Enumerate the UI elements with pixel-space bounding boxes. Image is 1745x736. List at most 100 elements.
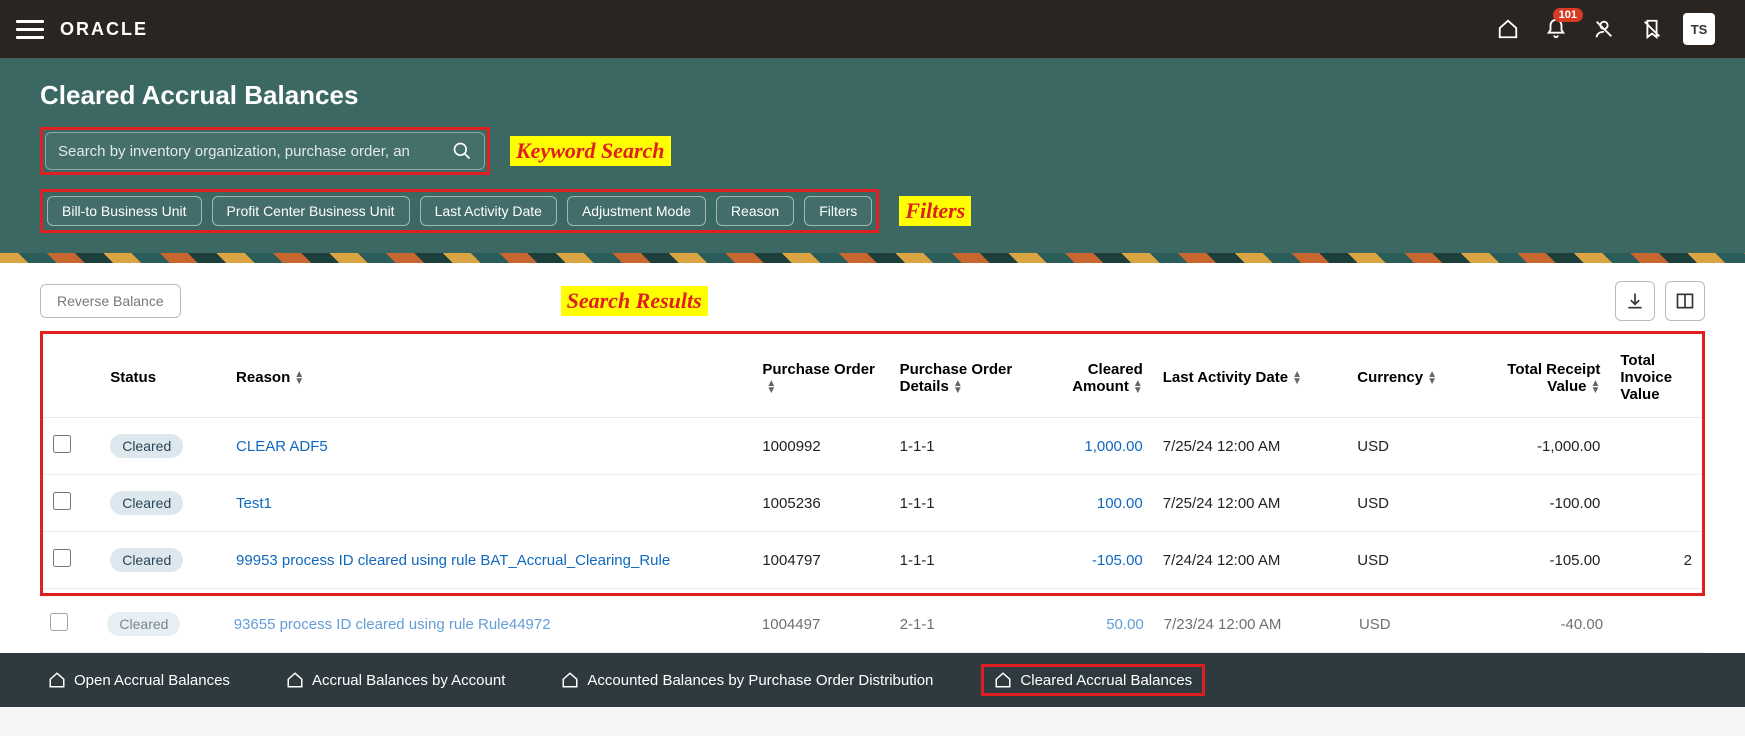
col-currency[interactable]: Currency — [1347, 338, 1473, 418]
row-checkbox[interactable] — [53, 549, 71, 567]
nav-label: Cleared Accrual Balances — [1020, 672, 1192, 689]
page-title: Cleared Accrual Balances — [40, 80, 1705, 111]
pod-cell: 1-1-1 — [890, 532, 1027, 589]
receipt-cell: -100.00 — [1473, 475, 1610, 532]
cleared-link[interactable]: 1,000.00 — [1084, 438, 1142, 455]
po-cell: 1004497 — [752, 596, 890, 653]
sort-icon[interactable] — [1427, 371, 1437, 385]
table-row: Cleared 99953 process ID cleared using r… — [43, 532, 1702, 589]
bookmark-off-icon[interactable] — [1635, 12, 1669, 46]
last-activity-cell: 7/23/24 12:00 AM — [1154, 596, 1349, 653]
status-badge: Cleared — [110, 491, 183, 515]
bell-icon[interactable]: 101 — [1539, 12, 1573, 46]
user-off-icon[interactable] — [1587, 12, 1621, 46]
global-header: ORACLE 101 TS — [0, 0, 1745, 58]
receipt-cell: -40.00 — [1475, 596, 1613, 653]
home-icon — [48, 671, 66, 689]
col-pod[interactable]: Purchase Order Details — [890, 338, 1027, 418]
filter-chip-last-activity[interactable]: Last Activity Date — [420, 196, 557, 226]
decorative-stripe — [0, 253, 1745, 263]
col-last[interactable]: Last Activity Date — [1153, 338, 1348, 418]
search-box[interactable] — [45, 132, 485, 170]
sort-icon[interactable] — [766, 380, 776, 394]
last-activity-cell: 7/25/24 12:00 AM — [1153, 475, 1348, 532]
annotation-results-box: Status Reason Purchase Order Purchase Or… — [40, 331, 1705, 596]
menu-icon[interactable] — [16, 15, 44, 44]
annotation-filters: Filters — [899, 196, 971, 226]
filter-chip-bill-to[interactable]: Bill-to Business Unit — [47, 196, 202, 226]
col-cleared[interactable]: Cleared Amount — [1027, 338, 1153, 418]
po-cell: 1004797 — [752, 532, 889, 589]
page-hero: Cleared Accrual Balances Keyword Search … — [0, 58, 1745, 253]
nav-label: Open Accrual Balances — [74, 672, 230, 689]
nav-accrual-by-account[interactable]: Accrual Balances by Account — [278, 665, 513, 695]
reason-link[interactable]: CLEAR ADF5 — [236, 438, 328, 455]
status-badge: Cleared — [107, 612, 180, 636]
avatar[interactable]: TS — [1683, 13, 1715, 45]
receipt-cell: -105.00 — [1473, 532, 1610, 589]
currency-cell: USD — [1347, 532, 1473, 589]
annotation-filters-box: Bill-to Business Unit Profit Center Busi… — [40, 189, 879, 233]
receipt-cell: -1,000.00 — [1473, 418, 1610, 475]
filter-chip-profit-center[interactable]: Profit Center Business Unit — [212, 196, 410, 226]
home-icon — [994, 671, 1012, 689]
reason-link[interactable]: 99953 process ID cleared using rule BAT_… — [236, 552, 670, 569]
notification-badge: 101 — [1553, 8, 1583, 22]
columns-button[interactable] — [1665, 281, 1705, 321]
col-receipt[interactable]: Total Receipt Value — [1473, 338, 1610, 418]
filter-chip-filters[interactable]: Filters — [804, 196, 872, 226]
content-area: Reverse Balance Search Results Status Re… — [0, 263, 1745, 653]
bottom-nav: Open Accrual Balances Accrual Balances b… — [0, 653, 1745, 707]
pod-cell: 2-1-1 — [890, 596, 1028, 653]
table-row: Cleared Test1 1005236 1-1-1 100.00 7/25/… — [43, 475, 1702, 532]
pod-cell: 1-1-1 — [890, 418, 1027, 475]
col-status: Status — [100, 338, 226, 418]
row-checkbox[interactable] — [53, 435, 71, 453]
last-activity-cell: 7/24/24 12:00 AM — [1153, 532, 1348, 589]
reason-link[interactable]: Test1 — [236, 495, 272, 512]
sort-icon[interactable] — [1133, 380, 1143, 394]
home-icon — [561, 671, 579, 689]
sort-icon[interactable] — [1292, 371, 1302, 385]
annotation-keyword-search: Keyword Search — [510, 136, 671, 166]
nav-open-accrual[interactable]: Open Accrual Balances — [40, 665, 238, 695]
search-icon[interactable] — [452, 141, 472, 161]
sort-icon[interactable] — [953, 380, 963, 394]
nav-accounted-by-po[interactable]: Accounted Balances by Purchase Order Dis… — [553, 665, 941, 695]
brand-logo: ORACLE — [60, 19, 148, 40]
row-checkbox[interactable] — [50, 613, 68, 631]
col-po[interactable]: Purchase Order — [752, 338, 889, 418]
download-button[interactable] — [1615, 281, 1655, 321]
reason-link[interactable]: 93655 process ID cleared using rule Rule… — [234, 616, 551, 633]
status-badge: Cleared — [110, 434, 183, 458]
reverse-balance-button[interactable]: Reverse Balance — [40, 284, 181, 318]
annotation-search-results: Search Results — [561, 286, 708, 316]
last-activity-cell: 7/25/24 12:00 AM — [1153, 418, 1348, 475]
currency-cell: USD — [1347, 418, 1473, 475]
currency-cell: USD — [1349, 596, 1475, 653]
table-row: Cleared CLEAR ADF5 1000992 1-1-1 1,000.0… — [43, 418, 1702, 475]
search-input[interactable] — [58, 143, 452, 160]
invoice-cell — [1610, 475, 1702, 532]
col-invoice: Total Invoice Value — [1610, 338, 1702, 418]
sort-icon[interactable] — [294, 371, 304, 385]
invoice-cell — [1613, 596, 1705, 653]
home-icon[interactable] — [1491, 12, 1525, 46]
filter-chip-reason[interactable]: Reason — [716, 196, 794, 226]
sort-icon[interactable] — [1590, 380, 1600, 394]
home-icon — [286, 671, 304, 689]
nav-label: Accounted Balances by Purchase Order Dis… — [587, 672, 933, 689]
results-table: Status Reason Purchase Order Purchase Or… — [43, 338, 1702, 589]
status-badge: Cleared — [110, 548, 183, 572]
row-checkbox[interactable] — [53, 492, 71, 510]
table-row: Cleared 93655 process ID cleared using r… — [40, 596, 1705, 653]
cleared-link[interactable]: 50.00 — [1106, 616, 1144, 633]
cleared-link[interactable]: 100.00 — [1097, 495, 1143, 512]
filter-chip-adjustment-mode[interactable]: Adjustment Mode — [567, 196, 706, 226]
col-reason[interactable]: Reason — [226, 338, 752, 418]
po-cell: 1005236 — [752, 475, 889, 532]
po-cell: 1000992 — [752, 418, 889, 475]
nav-cleared-accrual[interactable]: Cleared Accrual Balances — [981, 664, 1205, 696]
cleared-link[interactable]: -105.00 — [1092, 552, 1143, 569]
invoice-cell: 2 — [1610, 532, 1702, 589]
